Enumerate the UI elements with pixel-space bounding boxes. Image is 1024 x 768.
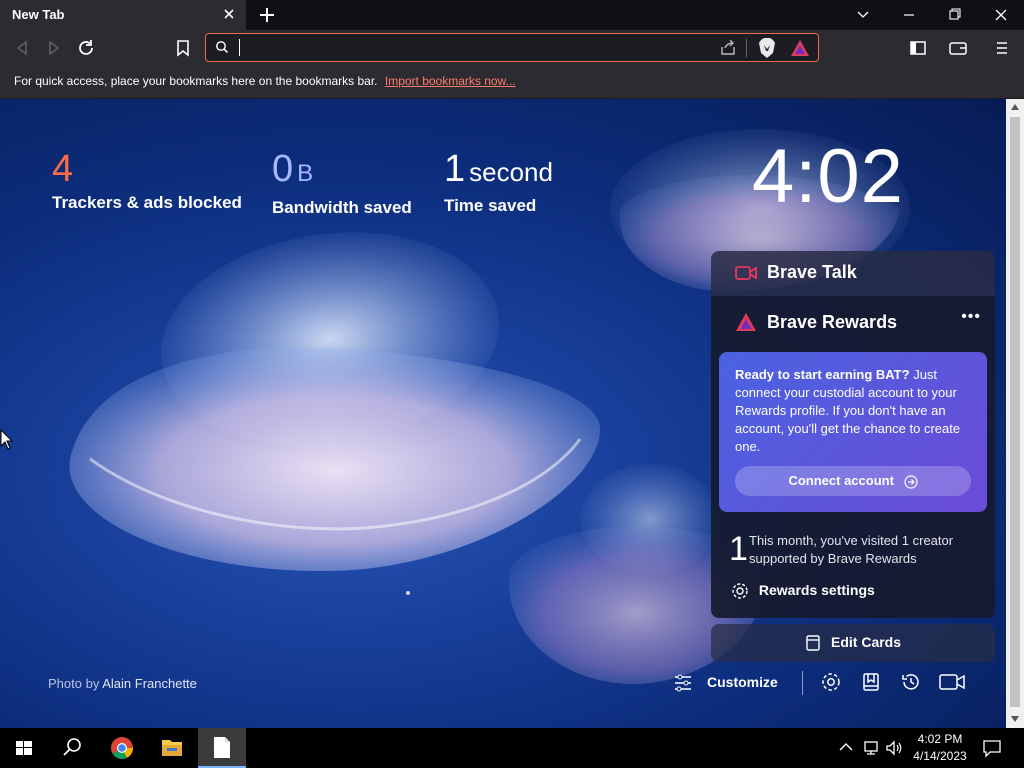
forward-icon[interactable] bbox=[42, 36, 66, 60]
edit-cards-button[interactable]: Edit Cards bbox=[711, 624, 995, 662]
volume-icon[interactable] bbox=[884, 739, 904, 757]
browser-toolbar bbox=[0, 30, 1024, 66]
menu-icon[interactable] bbox=[990, 36, 1014, 60]
brave-rewards-card: Brave Rewards ••• Ready to start earning… bbox=[711, 296, 995, 618]
time-stat: 1 second Time saved bbox=[444, 149, 553, 216]
creators-visited-text: This month, you've visited 1 creator sup… bbox=[749, 533, 954, 566]
file-explorer-taskbar-icon[interactable] bbox=[148, 728, 196, 768]
brave-taskbar-icon-active[interactable] bbox=[198, 728, 246, 768]
creators-visited-count: 1 bbox=[729, 530, 748, 568]
text-cursor bbox=[239, 39, 240, 56]
tab-close-icon[interactable] bbox=[220, 5, 238, 23]
network-icon[interactable] bbox=[862, 739, 882, 757]
bandwidth-count: 0 bbox=[272, 148, 294, 190]
brave-talk-title: Brave Talk bbox=[767, 262, 857, 282]
new-tab-page: 4 Trackers & ads blocked 0B Bandwidth sa… bbox=[0, 99, 1006, 728]
sidebar-icon[interactable] bbox=[906, 36, 930, 60]
connect-account-button[interactable]: Connect account bbox=[735, 466, 971, 496]
connect-account-label: Connect account bbox=[788, 473, 894, 488]
brave-rewards-logo-icon bbox=[735, 312, 757, 332]
tab-search-chevron-icon[interactable] bbox=[840, 0, 886, 30]
rewards-settings-label: Rewards settings bbox=[758, 582, 875, 598]
brave-rewards-icon[interactable] bbox=[790, 38, 810, 58]
tab-title: New Tab bbox=[12, 7, 65, 22]
bandwidth-stat: 0B Bandwidth saved bbox=[272, 149, 412, 218]
mouse-cursor-icon bbox=[0, 429, 14, 451]
rewards-more-menu-icon[interactable]: ••• bbox=[961, 308, 981, 326]
time-label: Time saved bbox=[444, 196, 537, 215]
bandwidth-unit: B bbox=[297, 160, 314, 187]
clock: 4:02 bbox=[752, 134, 904, 219]
video-camera-icon bbox=[735, 263, 757, 283]
trackers-stat: 4 Trackers & ads blocked bbox=[52, 149, 242, 213]
scrollbar-thumb[interactable] bbox=[1010, 117, 1020, 707]
notifications-icon[interactable] bbox=[982, 738, 1002, 758]
brave-shields-icon[interactable] bbox=[757, 37, 777, 59]
gear-icon bbox=[731, 582, 749, 600]
restore-icon[interactable] bbox=[932, 0, 978, 30]
history-icon[interactable] bbox=[900, 671, 922, 693]
omnibox-divider bbox=[746, 39, 747, 57]
system-time: 4:02 PM bbox=[917, 732, 963, 746]
photo-credit-author[interactable]: Alain Franchette bbox=[102, 676, 197, 691]
rewards-settings-link[interactable]: Rewards settings bbox=[731, 582, 875, 600]
tab-new-tab[interactable]: New Tab bbox=[0, 0, 246, 30]
bookmarks-bar-message: For quick access, place your bookmarks h… bbox=[14, 74, 378, 88]
brave-rewards-title: Brave Rewards bbox=[767, 312, 898, 332]
reload-icon[interactable] bbox=[74, 36, 98, 60]
arrow-circle-icon bbox=[903, 474, 918, 489]
back-icon[interactable] bbox=[10, 36, 34, 60]
scroll-up-arrow-icon[interactable] bbox=[1011, 104, 1019, 110]
system-clock[interactable]: 4:02 PM 4/14/2023 bbox=[910, 731, 970, 765]
bandwidth-label: Bandwidth saved bbox=[272, 198, 412, 217]
time-count: 1 bbox=[444, 148, 466, 190]
address-bar[interactable] bbox=[205, 33, 819, 62]
trackers-count: 4 bbox=[52, 148, 74, 190]
page-scrollbar[interactable] bbox=[1006, 99, 1024, 728]
scroll-down-arrow-icon[interactable] bbox=[1011, 716, 1019, 722]
wallet-icon[interactable] bbox=[946, 36, 970, 60]
start-button[interactable] bbox=[0, 728, 48, 768]
edit-cards-label: Edit Cards bbox=[831, 634, 902, 650]
system-date: 4/14/2023 bbox=[913, 749, 967, 763]
chrome-taskbar-icon[interactable] bbox=[98, 728, 146, 768]
taskbar-search-icon[interactable] bbox=[48, 728, 96, 768]
rewards-promo-text: Ready to start earning BAT? Just connect… bbox=[735, 366, 971, 456]
bottom-divider bbox=[802, 671, 803, 695]
minimize-icon[interactable] bbox=[886, 0, 932, 30]
bookmarks-bar: For quick access, place your bookmarks h… bbox=[0, 66, 1024, 99]
import-bookmarks-link[interactable]: Import bookmarks now... bbox=[385, 74, 516, 88]
cards-icon bbox=[805, 634, 821, 652]
share-icon[interactable] bbox=[718, 38, 738, 58]
trackers-label: Trackers & ads blocked bbox=[52, 193, 242, 212]
time-unit: second bbox=[469, 157, 553, 187]
brave-talk-video-icon[interactable] bbox=[939, 672, 965, 692]
windows-taskbar: 4:02 PM 4/14/2023 bbox=[0, 728, 1024, 768]
search-icon bbox=[214, 39, 230, 55]
settings-gear-icon[interactable] bbox=[820, 671, 842, 693]
customize-sliders-icon[interactable] bbox=[672, 672, 694, 694]
bookmarks-manager-icon[interactable] bbox=[860, 671, 882, 693]
bookmark-icon[interactable] bbox=[171, 36, 195, 60]
close-window-icon[interactable] bbox=[978, 0, 1024, 30]
rewards-onboarding-banner: Ready to start earning BAT? Just connect… bbox=[719, 352, 987, 512]
tab-strip: New Tab bbox=[0, 0, 1024, 30]
promo-heading: Ready to start earning BAT? bbox=[735, 367, 910, 382]
show-hidden-icons-chevron-icon[interactable] bbox=[838, 740, 854, 754]
customize-button[interactable]: Customize bbox=[707, 674, 778, 690]
photo-credit: Photo by Alain Franchette bbox=[48, 676, 197, 691]
brave-talk-card[interactable]: Brave Talk bbox=[711, 251, 995, 296]
new-tab-plus-icon[interactable] bbox=[256, 4, 278, 26]
photo-credit-prefix: Photo by bbox=[48, 676, 100, 691]
